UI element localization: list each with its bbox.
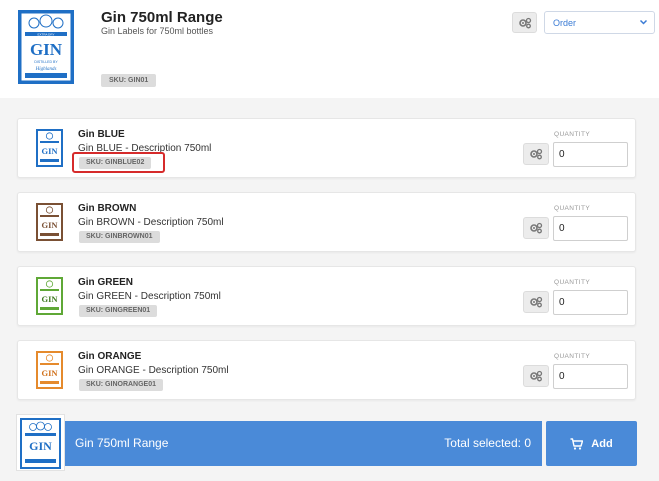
order-select[interactable]: Order: [544, 11, 655, 34]
product-description: Gin GREEN - Description 750ml: [78, 291, 221, 302]
svg-text:Highlands: Highlands: [35, 67, 57, 72]
gin-label-thumbnail: EXTRA DRY GIN DISTILLED BY Highlands: [16, 8, 76, 86]
range-subtitle: Gin Labels for 750ml bottles: [101, 26, 214, 36]
quantity-input[interactable]: [553, 142, 628, 167]
chevron-down-icon: [639, 17, 648, 29]
product-card: GIN Gin BROWN Gin BROWN - Description 75…: [17, 192, 636, 252]
product-description: Gin BROWN - Description 750ml: [78, 217, 224, 228]
cart-icon: [570, 437, 584, 450]
product-name: Gin BROWN: [78, 203, 137, 214]
range-title: Gin 750ml Range: [101, 9, 223, 26]
svg-text:GIN: GIN: [30, 40, 63, 59]
svg-text:EXTRA DRY: EXTRA DRY: [38, 32, 55, 36]
gin-label-thumbnail: GIN: [36, 351, 63, 389]
product-sku-badge: SKU: GINGREEN01: [79, 305, 158, 317]
gears-icon: [530, 222, 543, 234]
svg-text:GIN: GIN: [41, 294, 58, 304]
svg-text:GIN: GIN: [29, 439, 52, 453]
range-settings-button[interactable]: [512, 12, 537, 33]
product-settings-button[interactable]: [523, 217, 549, 239]
product-settings-button[interactable]: [523, 291, 549, 313]
gears-icon: [518, 17, 531, 28]
gears-icon: [530, 370, 543, 382]
quantity-input[interactable]: [553, 216, 628, 241]
summary-range-title: Gin 750ml Range: [75, 436, 169, 450]
quantity-label: QUANTITY: [554, 205, 591, 212]
product-name: Gin GREEN: [78, 277, 134, 288]
product-settings-button[interactable]: [523, 365, 549, 387]
product-description: Gin ORANGE - Description 750ml: [78, 365, 229, 376]
product-name: Gin BLUE: [78, 129, 125, 140]
quantity-input[interactable]: [553, 364, 628, 389]
svg-text:GIN: GIN: [41, 368, 58, 378]
product-settings-button[interactable]: [523, 143, 549, 165]
order-select-value: Order: [553, 18, 577, 28]
gin-label-thumbnail: GIN: [36, 203, 63, 241]
add-button-label: Add: [591, 437, 613, 450]
product-card: GIN Gin ORANGE Gin ORANGE - Description …: [17, 340, 636, 400]
gin-label-thumbnail: GIN: [36, 129, 63, 167]
gin-label-thumbnail: GIN: [36, 277, 63, 315]
gin-label-thumbnail: GIN: [20, 418, 61, 469]
total-selected: Total selected: 0: [444, 436, 531, 450]
footer-thumbnail-frame: GIN: [16, 414, 65, 471]
product-name: Gin ORANGE: [78, 351, 142, 362]
quantity-label: QUANTITY: [554, 131, 591, 138]
sku-highlight-box: [72, 152, 165, 173]
product-card: GIN Gin GREEN Gin GREEN - Description 75…: [17, 266, 636, 326]
quantity-label: QUANTITY: [554, 353, 591, 360]
range-sku-badge: SKU: GIN01: [101, 74, 157, 87]
svg-text:DISTILLED BY: DISTILLED BY: [34, 60, 58, 64]
quantity-input[interactable]: [553, 290, 628, 315]
range-header: EXTRA DRY GIN DISTILLED BY Highlands Gin…: [0, 0, 659, 98]
selection-summary-bar: Gin 750ml Range Total selected: 0: [65, 421, 542, 466]
product-sku-badge: SKU: GINBROWN01: [79, 231, 160, 243]
quantity-label: QUANTITY: [554, 279, 591, 286]
gears-icon: [530, 296, 543, 308]
svg-text:GIN: GIN: [41, 220, 58, 230]
add-button[interactable]: Add: [546, 421, 637, 466]
product-sku-badge: SKU: GINORANGE01: [79, 379, 164, 391]
svg-text:GIN: GIN: [41, 146, 58, 156]
gears-icon: [530, 148, 543, 160]
